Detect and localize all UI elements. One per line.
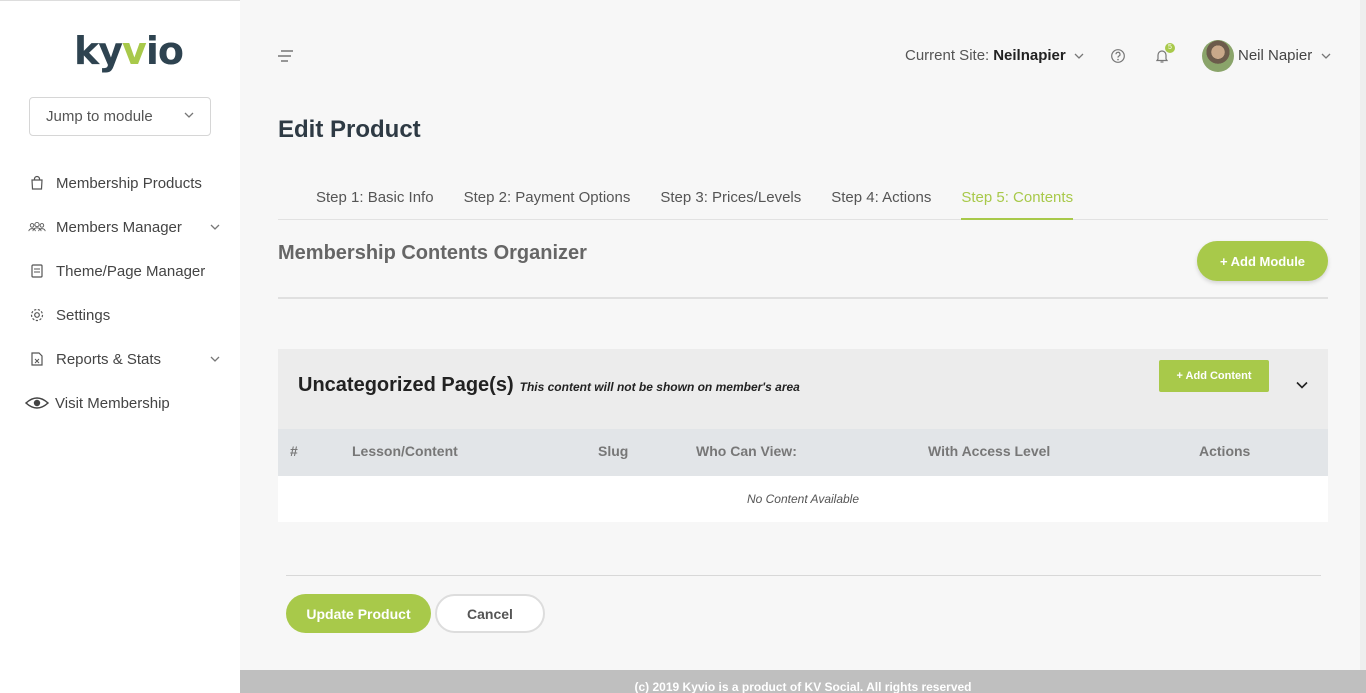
- add-module-button[interactable]: + Add Module: [1197, 241, 1328, 281]
- step-tabs: Step 1: Basic Info Step 2: Payment Optio…: [278, 180, 1328, 220]
- jump-to-module-select[interactable]: Jump to module: [29, 97, 211, 136]
- contents-table: # Lesson/Content Slug Who Can View: With…: [278, 429, 1328, 522]
- page-title: Edit Product: [278, 116, 421, 143]
- help-icon[interactable]: [1110, 48, 1126, 64]
- cancel-button[interactable]: Cancel: [435, 594, 545, 633]
- footer: (c) 2019 Kyvio is a product of KV Social…: [240, 670, 1366, 693]
- user-menu[interactable]: Neil Napier: [1238, 47, 1331, 64]
- sidebar-item-membership-products[interactable]: Membership Products: [0, 161, 240, 205]
- sidebar-item-label: Theme/Page Manager: [56, 262, 206, 280]
- current-site-label: Current Site:: [905, 47, 990, 64]
- update-product-button[interactable]: Update Product: [286, 594, 431, 633]
- chevron-down-icon: [1321, 51, 1331, 61]
- column-header-slug: Slug: [598, 443, 629, 459]
- eye-icon: [25, 394, 49, 412]
- sidebar-item-members-manager[interactable]: Members Manager: [0, 205, 240, 249]
- chevron-down-icon: [184, 110, 194, 120]
- column-header-lesson: Lesson/Content: [352, 443, 458, 459]
- sidebar-nav: Membership Products Members Manager Them…: [0, 161, 240, 425]
- kyvio-logo[interactable]: kyvio: [74, 29, 184, 73]
- avatar[interactable]: [1202, 40, 1234, 72]
- sidebar-item-label: Reports & Stats: [56, 350, 162, 368]
- jump-to-module-label: Jump to module: [46, 108, 153, 125]
- category-name: Uncategorized Page(s): [298, 374, 514, 396]
- section-title: Membership Contents Organizer: [278, 242, 587, 264]
- tab-actions[interactable]: Step 4: Actions: [831, 180, 931, 220]
- category-title: Uncategorized Page(s) This content will n…: [298, 374, 800, 397]
- user-name: Neil Napier: [1238, 47, 1313, 64]
- divider: [286, 575, 1321, 576]
- sidebar-item-label: Members Manager: [56, 218, 182, 236]
- sidebar: kyvio Jump to module Membership Products…: [0, 0, 240, 693]
- sidebar-item-label: Visit Membership: [55, 394, 170, 412]
- chevron-down-icon: [1074, 51, 1084, 61]
- category-header: Uncategorized Page(s) This content will n…: [278, 349, 1328, 429]
- tab-basic-info[interactable]: Step 1: Basic Info: [316, 180, 434, 220]
- column-header-number: #: [290, 443, 298, 459]
- sidebar-item-settings[interactable]: Settings: [0, 293, 240, 337]
- spreadsheet-icon: [28, 350, 46, 368]
- sidebar-item-label: Settings: [56, 306, 111, 324]
- divider: [278, 297, 1328, 299]
- notification-badge: 5: [1165, 43, 1175, 53]
- sidebar-item-reports-stats[interactable]: Reports & Stats: [0, 337, 240, 381]
- chevron-down-icon[interactable]: [1296, 379, 1308, 391]
- page-icon: [28, 262, 46, 280]
- tab-contents[interactable]: Step 5: Contents: [961, 180, 1074, 220]
- sidebar-item-visit-membership[interactable]: Visit Membership: [0, 381, 240, 425]
- gear-icon: [28, 306, 46, 324]
- sidebar-item-theme-page-manager[interactable]: Theme/Page Manager: [0, 249, 240, 293]
- chevron-down-icon[interactable]: [210, 222, 220, 232]
- tab-prices-levels[interactable]: Step 3: Prices/Levels: [660, 180, 801, 220]
- column-header-access-level: With Access Level: [928, 443, 1051, 459]
- scrollbar[interactable]: [1360, 0, 1366, 670]
- add-content-button[interactable]: + Add Content: [1159, 360, 1269, 392]
- current-site-select[interactable]: Current Site: Neilnapier: [905, 47, 1084, 64]
- column-header-who-can-view: Who Can View:: [696, 443, 797, 459]
- current-site-value: Neilnapier: [993, 47, 1066, 64]
- column-header-actions: Actions: [1199, 443, 1251, 459]
- empty-state-text: No Content Available: [278, 476, 1328, 522]
- sidebar-item-label: Membership Products: [56, 174, 202, 192]
- shopping-bag-icon: [28, 174, 46, 192]
- table-header: # Lesson/Content Slug Who Can View: With…: [278, 429, 1328, 476]
- chevron-down-icon[interactable]: [210, 354, 220, 364]
- tab-payment-options[interactable]: Step 2: Payment Options: [464, 180, 631, 220]
- menu-toggle-icon[interactable]: [277, 48, 295, 64]
- users-icon: [28, 218, 46, 236]
- category-note: This content will not be shown on member…: [519, 380, 800, 394]
